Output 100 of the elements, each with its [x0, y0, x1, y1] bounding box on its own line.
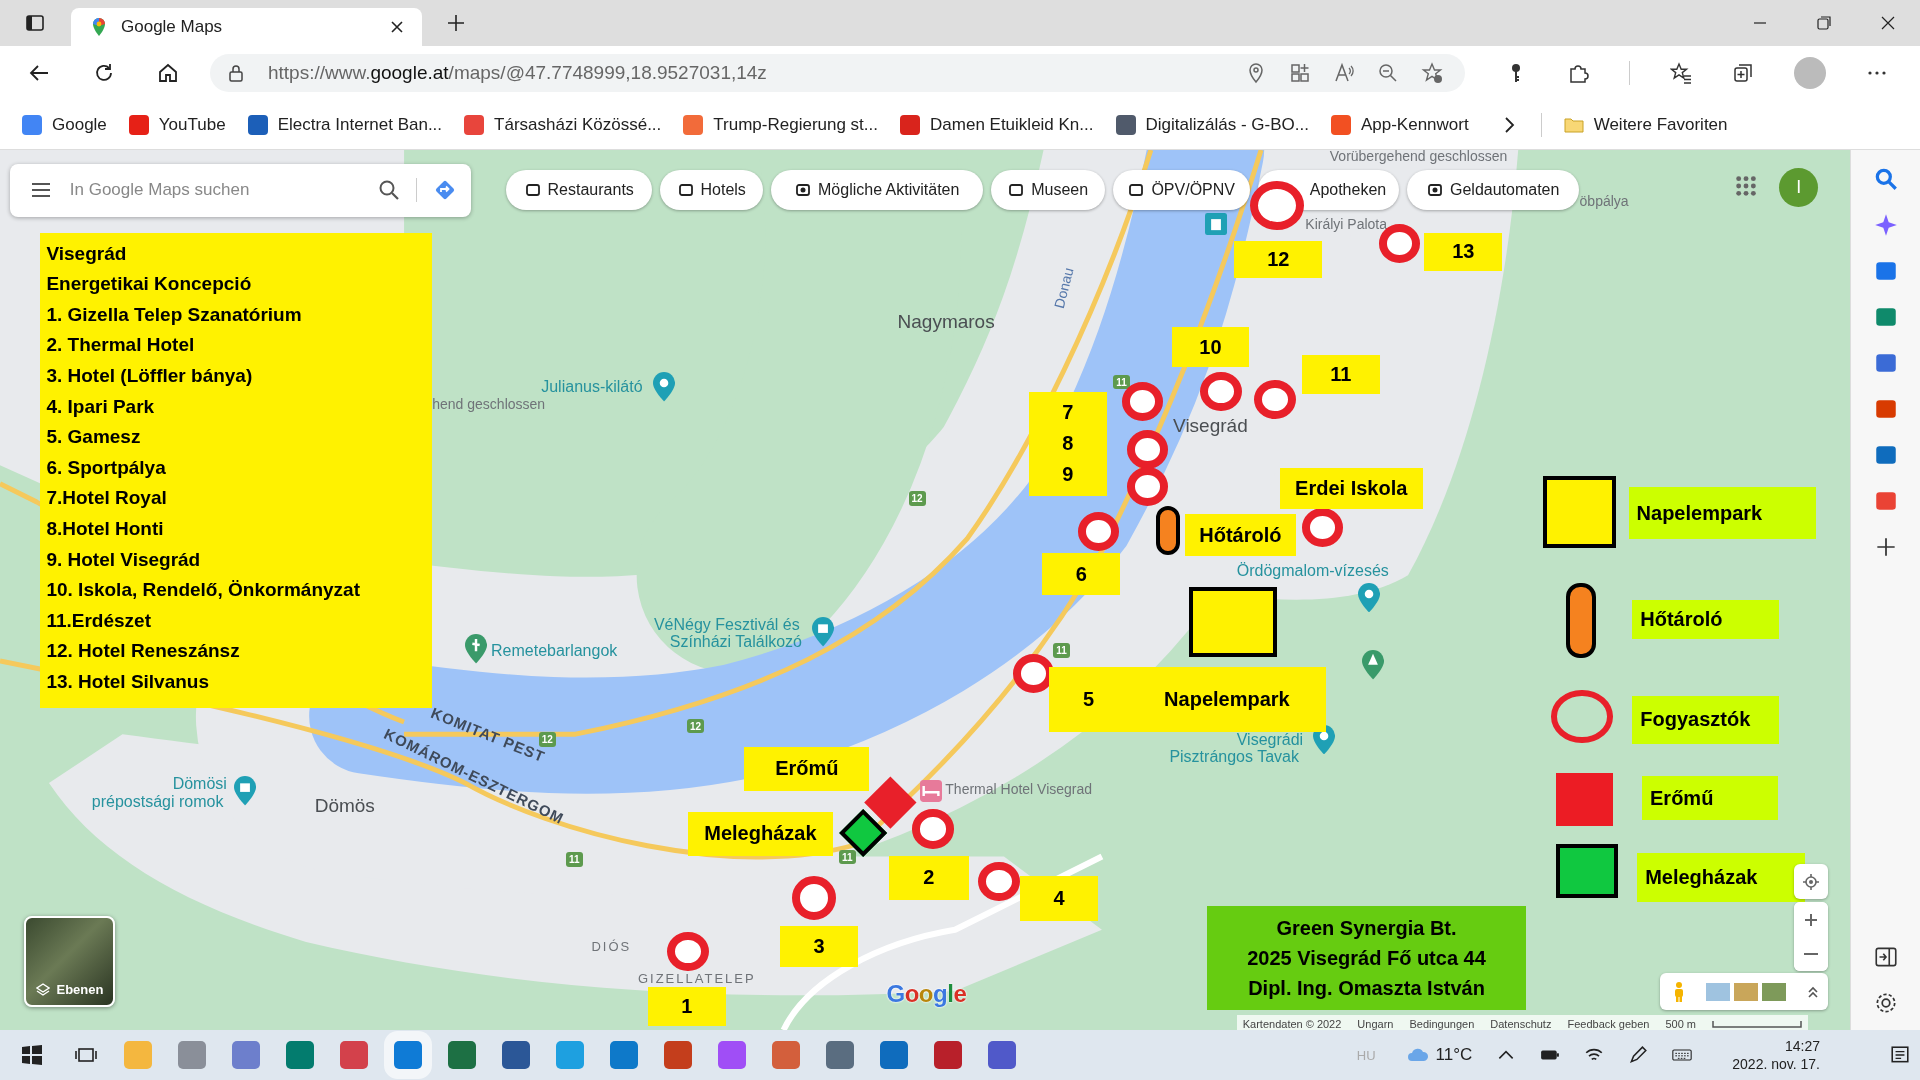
favorites-icon[interactable]: [1670, 62, 1692, 84]
app-icon[interactable]: [340, 1041, 368, 1069]
castle-pin-icon: [233, 776, 256, 806]
my-location-button[interactable]: [1793, 864, 1829, 899]
app-icon[interactable]: [718, 1041, 746, 1069]
bookmark-link[interactable]: Damen Etuikleid Kn...: [900, 114, 1094, 135]
attribution-link[interactable]: Feedback geben: [1567, 1018, 1650, 1030]
marker-label: 12: [1234, 241, 1323, 278]
legend-item: 13. Hotel Silvanus: [46, 669, 211, 694]
app-icon[interactable]: [934, 1041, 962, 1069]
marker-label: 2: [888, 855, 969, 900]
bookmark-link[interactable]: YouTube: [128, 114, 226, 135]
attribution-link[interactable]: Datenschutz: [1490, 1018, 1552, 1030]
add-favorite-icon[interactable]: [1421, 62, 1443, 84]
info-line: Green Synergia Bt.: [1276, 916, 1457, 942]
category-chip[interactable]: ÖPV/ÖPNV: [1112, 170, 1250, 211]
place-label: Julianus-kilátó: [541, 378, 643, 396]
attribution-link[interactable]: Bedingungen: [1409, 1018, 1475, 1030]
home-icon[interactable]: [156, 61, 180, 85]
marker-label: 3: [780, 925, 859, 968]
legend-title: Energetikai Koncepció: [46, 272, 253, 297]
place-label: Ördögmalom-vízesés: [1236, 562, 1389, 580]
info-line: Dipl. Ing. Omaszta István: [1248, 976, 1485, 1002]
site-icon: [128, 114, 149, 135]
app-icon[interactable]: [502, 1041, 530, 1069]
plus-icon[interactable]: [446, 13, 466, 33]
category-chip[interactable]: Museen: [990, 170, 1105, 211]
hiker-pin-icon: [465, 634, 488, 664]
app-icon[interactable]: [826, 1041, 854, 1069]
imagery-thumbnail[interactable]: [1734, 982, 1759, 1001]
app-icon[interactable]: [988, 1041, 1016, 1069]
key-label: Melegházak: [1637, 853, 1805, 903]
place-label: Donau: [1050, 266, 1077, 310]
clock-time[interactable]: 14:27: [1784, 1037, 1820, 1055]
clock-date[interactable]: 2022. nov. 17.: [1732, 1055, 1820, 1073]
site-icon: [1115, 114, 1136, 135]
place-label: Visegrádi: [1236, 731, 1304, 748]
zoom-in-button[interactable]: [1793, 902, 1829, 937]
plus-icon: [1804, 912, 1818, 927]
attribution-link[interactable]: Kartendaten © 2022: [1242, 1018, 1342, 1030]
temperature[interactable]: 11°C: [1435, 1045, 1473, 1065]
site-icon: [900, 114, 921, 135]
category-chip[interactable]: Hotels: [659, 170, 763, 211]
windows-logo-icon[interactable]: [20, 1043, 44, 1067]
marker-label: 1: [647, 986, 727, 1027]
place-label: Visegrád: [1173, 415, 1248, 438]
category-chip[interactable]: Restaurants: [505, 170, 652, 211]
marker-label: Erőmű: [744, 746, 870, 791]
marker-label: Erdei Iskola: [1279, 467, 1423, 510]
app-icon[interactable]: [448, 1041, 476, 1069]
browser-tab[interactable]: Google Maps: [71, 8, 422, 46]
collections-icon[interactable]: [1732, 62, 1754, 84]
bookmark-link[interactable]: Digitalizálás - G-BO...: [1115, 114, 1309, 135]
app-icon[interactable]: [286, 1041, 314, 1069]
legend-title: Visegrád: [46, 241, 128, 266]
search-field[interactable]: In Google Maps suchen: [67, 179, 363, 202]
layers-button[interactable]: Ebenen: [24, 915, 116, 1007]
bookmark-link[interactable]: Google: [22, 114, 107, 135]
attribution-link[interactable]: Ungarn: [1357, 1018, 1394, 1030]
tree-pin-icon: [1361, 650, 1384, 680]
bookmark-link[interactable]: Trump-Regierung st...: [683, 114, 879, 135]
marker-label: 11: [1301, 355, 1380, 395]
search-bar[interactable]: In Google Maps suchen: [9, 164, 472, 217]
lock-icon: [226, 63, 246, 83]
place-label: VéNégy Fesztivál és: [653, 615, 800, 633]
app-grid-icon[interactable]: [1289, 62, 1311, 84]
legend-item: 12. Hotel Reneszánsz: [46, 639, 241, 664]
key-label: Fogyasztók: [1632, 695, 1780, 745]
search-icon[interactable]: [378, 179, 401, 202]
crosshair-icon: [1802, 872, 1820, 891]
apps-grid-icon[interactable]: [1735, 175, 1758, 198]
imagery-thumbnail[interactable]: [1762, 982, 1787, 1001]
legend-item: 1. Gizella Telep Szanatórium: [46, 302, 303, 327]
address-field[interactable]: https://www.google.at/maps/@47.7748999,18.9527031,14z: [210, 54, 1465, 92]
app-icon[interactable]: [610, 1041, 638, 1069]
place-label: GIZELLATELEP: [637, 971, 756, 986]
read-aloud-icon[interactable]: [1333, 62, 1355, 84]
layers-icon: [36, 982, 51, 997]
imagery-thumbnail[interactable]: [1706, 982, 1731, 1001]
bookmark-link[interactable]: App-Kennwort: [1330, 114, 1469, 135]
tab-panel-icon[interactable]: [25, 13, 45, 33]
restore-icon[interactable]: [1814, 13, 1834, 33]
pen-icon[interactable]: [1628, 1045, 1649, 1065]
url-text: https://www.google.at/maps/@47.7748999,18.9527031,14z: [268, 62, 767, 84]
category-chip[interactable]: Geldautomaten: [1406, 170, 1579, 211]
category-chip[interactable]: Mögliche Aktivitäten: [770, 170, 983, 211]
bookmark-link[interactable]: Electra Internet Ban...: [247, 114, 443, 135]
place-label: Dömösi: [172, 775, 227, 793]
notification-icon[interactable]: [1890, 1045, 1910, 1065]
app-icon[interactable]: [880, 1041, 908, 1069]
app-icon[interactable]: [664, 1041, 692, 1069]
square-swatch: [1556, 773, 1613, 826]
bookmark-folder[interactable]: Weitere Favoriten: [1563, 114, 1728, 135]
legend-item: 6. Sportpálya: [46, 455, 167, 480]
zoom-out-icon[interactable]: [1377, 62, 1399, 84]
bookmark-link[interactable]: Társasházi Közössé...: [464, 114, 662, 135]
close-icon[interactable]: [390, 20, 404, 34]
extensions-icon[interactable]: [1567, 62, 1589, 84]
key-label: Erőmű: [1642, 776, 1778, 821]
marker-label: 7 8 9: [1028, 391, 1107, 496]
